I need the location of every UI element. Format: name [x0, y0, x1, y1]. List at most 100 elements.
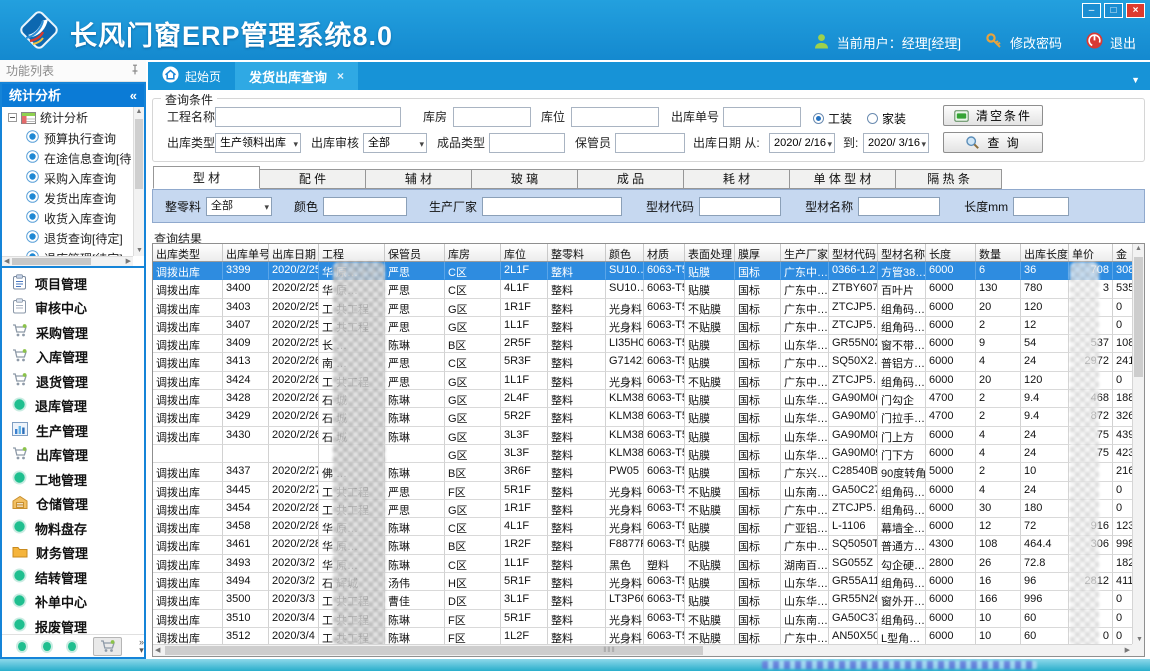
change-password-link[interactable]: 修改密码 [1010, 33, 1062, 52]
module-item-入库管理[interactable]: 入库管理 [2, 345, 144, 370]
module-item-审核中心[interactable]: 审核中心 [2, 296, 144, 321]
clear-conditions-button[interactable]: 清空条件 [943, 105, 1043, 126]
grid-column-header[interactable]: 表面处理 [685, 244, 735, 261]
module-item-报废管理[interactable]: 报废管理 [2, 614, 144, 634]
material-tab[interactable]: 配 件 [259, 169, 366, 189]
grid-column-header[interactable]: 工程 [319, 244, 385, 261]
material-tab[interactable]: 单 体 型 材 [789, 169, 896, 189]
keeper-input[interactable] [615, 133, 685, 153]
date-from-select[interactable]: 2020/ 2/16 [769, 133, 835, 153]
table-row[interactable]: 调拨出库34932020/3/2华 原…陈琳C区1L1F整料黑色塑料不贴膜国标湖… [153, 555, 1144, 573]
tree-item[interactable]: 发货出库查询 [2, 188, 144, 208]
tree-horizontal-scrollbar[interactable]: ◀ ▶ [2, 256, 133, 266]
table-row[interactable]: 调拨出库34612020/2/28华 原…陈琳B区1R2F整料F8877FT60… [153, 536, 1144, 554]
tab-overflow-chevron-icon[interactable]: ▼ [1131, 75, 1140, 85]
factory-input[interactable] [482, 197, 622, 216]
table-row[interactable]: 调拨出库34002020/2/25华 原…严思C区4L1F整料SU10…6063… [153, 280, 1144, 298]
collapse-icon[interactable]: « [130, 84, 137, 107]
tree-item[interactable]: 在途信息查询[待 [2, 148, 144, 168]
outbound-type-select[interactable]: 生产领料出库 [215, 133, 301, 153]
tab-close-icon[interactable]: × [337, 69, 344, 83]
warehouse-input[interactable] [453, 107, 531, 127]
module-item-项目管理[interactable]: 项目管理 [2, 271, 144, 296]
material-tab[interactable]: 型 材 [153, 166, 260, 189]
table-row[interactable]: 调拨出库34582020/2/28华 原…陈琳C区4L1F整料光身料6063-T… [153, 518, 1144, 536]
module-item-采购管理[interactable]: 采购管理 [2, 320, 144, 345]
table-row[interactable]: 调拨出库34132020/2/26南 …严思C区5R3F整料G714226063… [153, 353, 1144, 371]
sidebar-section-header[interactable]: 统计分析 « [2, 84, 144, 107]
project-name-input[interactable] [215, 107, 401, 127]
module-item-生产管理[interactable]: 生产管理 [2, 418, 144, 443]
material-tab[interactable]: 玻 璃 [471, 169, 578, 189]
table-row[interactable]: 调拨出库34282020/2/26石 城陈琳G区2L4F整料KLM3817606… [153, 390, 1144, 408]
table-row[interactable]: 调拨出库34072020/2/25工 共工程严思G区1L1F整料光身料6063-… [153, 317, 1144, 335]
table-row[interactable]: G区3L3F整料KLM38176063-T5贴膜国标山东华…GA90M09.门下… [153, 445, 1144, 463]
grid-column-header[interactable]: 膜厚 [735, 244, 781, 261]
table-row[interactable]: 调拨出库34242020/2/26工 共工程严思G区1L1F整料光身料6063-… [153, 372, 1144, 390]
module-item-退货管理[interactable]: 退货管理 [2, 369, 144, 394]
module-item-财务管理[interactable]: 财务管理 [2, 541, 144, 566]
tree-item[interactable]: 收货入库查询 [2, 208, 144, 228]
table-row[interactable]: 调拨出库35102020/3/4工 共工程陈琳F区5R1F整料光身料6063-T… [153, 610, 1144, 628]
grid-column-header[interactable]: 出库日期 [269, 244, 319, 261]
table-row[interactable]: 调拨出库34302020/2/26石 城陈琳G区3L3F整料KLM3817606… [153, 427, 1144, 445]
tree-item[interactable]: 预算执行查询 [2, 128, 144, 148]
tab-home[interactable]: 起始页 [148, 62, 235, 90]
close-button[interactable]: × [1126, 3, 1145, 18]
product-type-input[interactable] [489, 133, 565, 153]
footer-dot-button[interactable] [68, 642, 76, 651]
grid-column-header[interactable]: 库房 [445, 244, 501, 261]
tree-item[interactable]: 采购入库查询 [2, 168, 144, 188]
grid-column-header[interactable]: 出库单号 [223, 244, 269, 261]
grid-column-header[interactable]: 整零料 [548, 244, 606, 261]
tree-item[interactable]: 退货查询[待定] [2, 228, 144, 248]
table-row[interactable]: 调拨出库34452020/2/27工 共工程严思F区5R1F整料光身料6063-… [153, 482, 1144, 500]
grid-horizontal-scrollbar[interactable]: ◀⦀⦀⦀ ▶ [153, 644, 1132, 656]
grid-column-header[interactable]: 出库长度 [1021, 244, 1069, 261]
module-item-补单中心[interactable]: 补单中心 [2, 590, 144, 615]
module-item-物料盘存[interactable]: 物料盘存 [2, 516, 144, 541]
tree-vertical-scrollbar[interactable]: ▲ ▼ [133, 107, 144, 256]
footer-dot-button[interactable] [18, 642, 26, 651]
grid-column-header[interactable]: 生产厂家 [781, 244, 829, 261]
location-input[interactable] [571, 107, 659, 127]
table-row[interactable]: 调拨出库34032020/2/25工 共工程严思G区1R1F整料光身料6063-… [153, 299, 1144, 317]
module-item-退库管理[interactable]: 退库管理 [2, 394, 144, 419]
tab-shipment-query[interactable]: 发货出库查询 × [235, 62, 358, 90]
profile-name-input[interactable] [858, 197, 940, 216]
tree-root[interactable]: 统计分析 [2, 107, 144, 128]
grid-column-header[interactable]: 保管员 [385, 244, 445, 261]
table-row[interactable]: 调拨出库34942020/3/2石 辉城汤伟H区5R1F整料光身料6063-T5… [153, 573, 1144, 591]
module-item-仓储管理[interactable]: 仓储管理 [2, 492, 144, 517]
table-row[interactable]: 调拨出库34542020/2/28工 共工程严思G区1R1F整料光身料6063-… [153, 500, 1144, 518]
wholepart-select[interactable]: 全部 [206, 197, 272, 216]
material-tab[interactable]: 耗 材 [683, 169, 790, 189]
audit-select[interactable]: 全部 [363, 133, 427, 153]
table-row[interactable]: 调拨出库34292020/2/26石 城陈琳G区5R2F整料KLM3817606… [153, 408, 1144, 426]
grid-vertical-scrollbar[interactable]: ▲ ▼ [1132, 244, 1144, 646]
grid-column-header[interactable]: 型材名称 [878, 244, 926, 261]
date-to-select[interactable]: 2020/ 3/16 [863, 133, 929, 153]
grid-column-header[interactable]: 单价 [1069, 244, 1113, 261]
radio-gongzhuang[interactable]: 工装 [813, 110, 852, 127]
module-item-出库管理[interactable]: 出库管理 [2, 443, 144, 468]
table-row[interactable]: 调拨出库33992020/2/25华 原…严思C区2L1F整料SU10…6063… [153, 262, 1144, 280]
tree-expander-icon[interactable] [8, 113, 17, 122]
module-item-工地管理[interactable]: 工地管理 [2, 467, 144, 492]
profile-code-input[interactable] [699, 197, 781, 216]
material-tab[interactable]: 隔 热 条 [895, 169, 1002, 189]
length-input[interactable] [1013, 197, 1069, 216]
pin-icon[interactable] [130, 60, 140, 82]
grid-column-header[interactable]: 数量 [976, 244, 1021, 261]
footer-cart-button[interactable] [93, 637, 122, 656]
table-row[interactable]: 调拨出库35002020/3/3工 共工程曹佳D区3L1F整料LT3P60606… [153, 591, 1144, 609]
order-no-input[interactable] [723, 107, 801, 127]
grid-column-header[interactable]: 出库类型 [153, 244, 223, 261]
logout-link[interactable]: 退出 [1110, 33, 1136, 52]
material-tab[interactable]: 辅 材 [365, 169, 472, 189]
grid-column-header[interactable]: 库位 [501, 244, 548, 261]
grid-column-header[interactable]: 金 [1113, 244, 1134, 261]
table-row[interactable]: 调拨出库34092020/2/25长 …陈琳B区2R5F整料LI35H06063… [153, 335, 1144, 353]
grid-column-header[interactable]: 材质 [644, 244, 685, 261]
grid-column-header[interactable]: 颜色 [606, 244, 644, 261]
